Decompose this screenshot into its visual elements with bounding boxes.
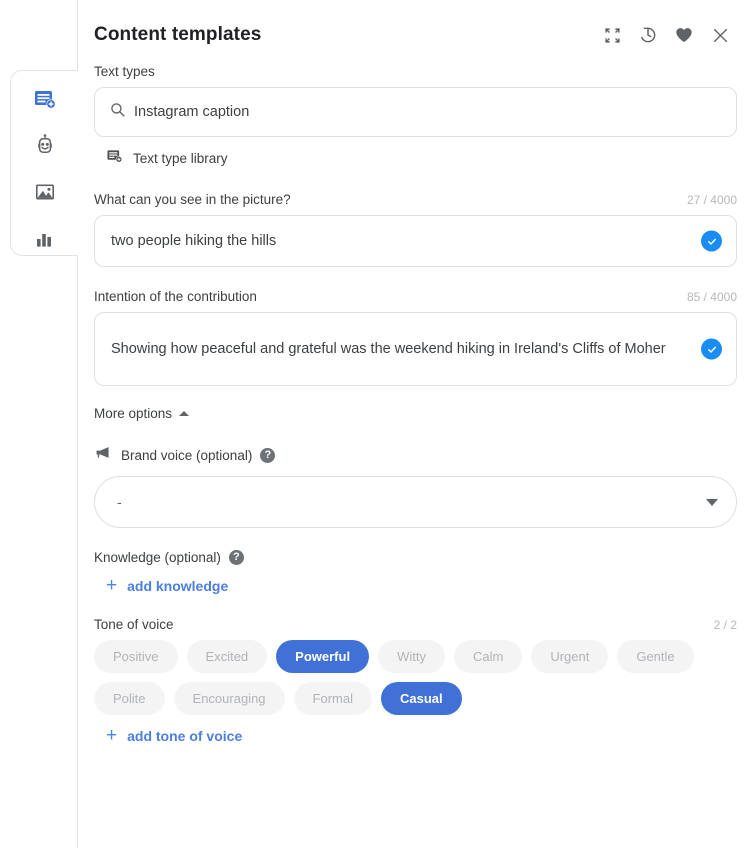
knowledge-label-row: Knowledge (optional) ? — [94, 550, 737, 565]
tone-pill-positive[interactable]: Positive — [94, 640, 178, 673]
tone-of-voice-label-row: Tone of voice 2 / 2 — [94, 617, 737, 632]
sidebar-item-images[interactable] — [26, 176, 64, 209]
add-knowledge-button[interactable]: + add knowledge — [94, 576, 737, 595]
sidebar-item-analytics[interactable] — [26, 223, 64, 256]
tone-pill-witty[interactable]: Witty — [378, 640, 445, 673]
tone-pill-excited[interactable]: Excited — [186, 640, 268, 673]
more-options-label: More options — [94, 406, 173, 421]
plus-icon: + — [106, 725, 118, 746]
knowledge-label: Knowledge (optional) — [94, 550, 221, 565]
left-sidebar — [0, 0, 78, 848]
close-icon[interactable] — [709, 24, 731, 46]
brand-voice-label: Brand voice (optional) — [121, 447, 253, 463]
sidebar-card — [10, 70, 78, 256]
search-icon — [109, 101, 126, 123]
add-tone-of-voice-button[interactable]: + add tone of voice — [94, 726, 737, 745]
intention-field-value: Showing how peaceful and grateful was th… — [111, 340, 666, 357]
more-options-toggle[interactable]: More options — [94, 406, 737, 421]
intention-field-confirm-icon[interactable] — [701, 338, 722, 360]
picture-field-label-row: What can you see in the picture? 27 / 40… — [94, 192, 737, 207]
robot-icon — [33, 134, 57, 158]
text-types-label: Text types — [94, 64, 155, 79]
picture-field-value: two people hiking the hills — [111, 232, 277, 249]
favorite-icon[interactable] — [673, 24, 695, 46]
intention-field-label-row: Intention of the contribution 85 / 4000 — [94, 289, 737, 304]
panel-content: Text types Instagram caption Text type l… — [78, 52, 753, 745]
add-tone-of-voice-label: add tone of voice — [127, 727, 243, 744]
brand-voice-help-icon[interactable]: ? — [260, 447, 276, 463]
plus-icon: + — [106, 575, 118, 596]
brand-voice-selected-value: - — [117, 494, 122, 510]
knowledge-help-icon[interactable]: ? — [228, 550, 244, 565]
tone-pill-powerful[interactable]: Powerful — [276, 640, 370, 673]
content-templates-app: Content templates Text types Instagram c… — [0, 0, 753, 848]
bar-chart-icon — [33, 227, 57, 251]
sidebar-item-content-templates[interactable] — [26, 83, 64, 116]
intention-field-counter: 85 / 4000 — [686, 290, 737, 304]
panel-header: Content templates — [78, 0, 753, 52]
tone-pill-polite[interactable]: Polite — [94, 682, 165, 715]
sidebar-item-ai-assistant[interactable] — [26, 130, 64, 163]
image-icon — [33, 180, 57, 204]
chevron-down-icon — [706, 498, 718, 506]
picture-field-confirm-icon[interactable] — [701, 230, 722, 252]
picture-field-counter: 27 / 4000 — [686, 193, 737, 207]
text-type-library-label: Text type library — [133, 151, 228, 166]
header-actions — [601, 24, 731, 46]
tone-pill-gentle[interactable]: Gentle — [617, 640, 694, 673]
picture-field-input[interactable]: two people hiking the hills — [94, 215, 737, 267]
tone-of-voice-options: Positive Excited Powerful Witty Calm Urgent Ge… — [94, 640, 737, 715]
tone-pill-urgent[interactable]: Urgent — [531, 640, 609, 673]
brand-voice-label-row: Brand voice (optional) ? — [94, 443, 737, 467]
tone-pill-formal[interactable]: Formal — [293, 682, 372, 715]
page-title: Content templates — [94, 23, 262, 45]
text-type-library-link[interactable]: Text type library — [94, 147, 737, 170]
main-panel: Content templates Text types Instagram c… — [78, 0, 753, 848]
collapse-icon[interactable] — [601, 24, 623, 46]
add-knowledge-label: add knowledge — [127, 577, 229, 594]
text-type-search-input[interactable]: Instagram caption — [94, 87, 737, 137]
content-templates-icon — [33, 87, 57, 111]
history-icon[interactable] — [637, 24, 659, 46]
brand-voice-select[interactable]: - — [94, 476, 737, 528]
tone-pill-encouraging[interactable]: Encouraging — [173, 682, 285, 715]
picture-field-label: What can you see in the picture? — [94, 192, 291, 207]
tone-pill-casual[interactable]: Casual — [380, 682, 462, 715]
text-types-label-row: Text types — [94, 64, 737, 79]
megaphone-icon — [94, 443, 113, 467]
intention-field-input[interactable]: Showing how peaceful and grateful was th… — [94, 312, 737, 386]
tone-pill-calm[interactable]: Calm — [453, 640, 523, 673]
intention-field-label: Intention of the contribution — [94, 289, 257, 304]
text-type-library-icon — [106, 147, 124, 170]
text-type-value: Instagram caption — [134, 104, 250, 120]
tone-of-voice-label: Tone of voice — [94, 617, 174, 632]
tone-of-voice-counter: 2 / 2 — [713, 618, 737, 632]
chevron-up-icon — [179, 411, 190, 416]
